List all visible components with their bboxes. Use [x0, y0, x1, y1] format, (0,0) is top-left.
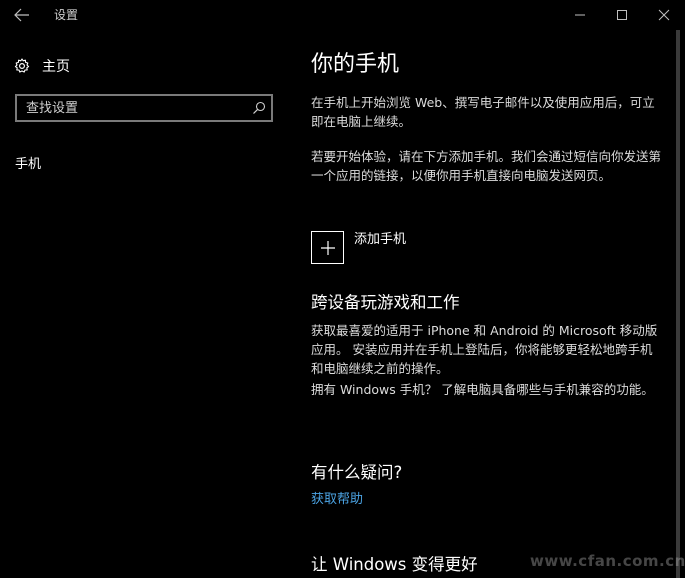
minimize-icon [575, 14, 585, 16]
title-bar: 设置 [0, 0, 685, 30]
sidebar-home[interactable]: 主页 [14, 56, 70, 76]
scroll-thumb[interactable] [676, 30, 680, 578]
maximize-icon [617, 10, 627, 20]
back-button[interactable] [12, 6, 32, 24]
plus-icon [320, 240, 335, 255]
watermark: www.cfan.com.cn [500, 544, 685, 578]
get-help-link[interactable]: 获取帮助 [311, 491, 363, 509]
intro-text: 在手机上开始浏览 Web、撰写电子邮件以及使用应用后，可立即在电脑上继续。 [311, 95, 655, 129]
instructions-text: 若要开始体验，请在下方添加手机。我们会通过短信向你发送第一个应用的链接，以便你用… [311, 149, 662, 183]
search-input[interactable] [17, 96, 241, 120]
maximize-button[interactable] [609, 4, 635, 26]
add-phone-button[interactable]: 添加手机 [311, 231, 406, 264]
improve-windows-title: 让 Windows 变得更好 [311, 555, 478, 574]
close-button[interactable] [651, 4, 677, 26]
sidebar-home-label: 主页 [42, 59, 70, 75]
scrollbar[interactable] [672, 30, 685, 578]
cross-device-text: 获取最喜爱的适用于 iPhone 和 Android 的 Microsoft 移… [311, 323, 658, 376]
windows-phone-text: 拥有 Windows 手机？ 了解电脑具备哪些与手机兼容的功能。 [311, 382, 654, 397]
add-phone-label: 添加手机 [354, 232, 407, 247]
sidebar-item-phone[interactable]: 手机 [15, 156, 41, 174]
cross-device-title: 跨设备玩游戏和工作 [311, 293, 460, 312]
search-icon[interactable] [251, 100, 267, 116]
page-title: 你的手机 [311, 52, 400, 77]
minimize-button[interactable] [567, 4, 593, 26]
window-title: 设置 [54, 8, 79, 22]
back-arrow-icon [14, 8, 29, 22]
add-phone-box[interactable] [311, 231, 344, 264]
watermark-text: www.cfan.com.cn [530, 552, 685, 570]
settings-window: 设置 主页 查找设置 手机 你的手机 在手机上开始浏览 Web、撰写电子邮件以及… [0, 0, 685, 578]
search-box[interactable] [15, 94, 273, 122]
questions-title: 有什么疑问? [311, 463, 403, 482]
gear-icon [14, 58, 30, 73]
close-icon [658, 9, 670, 21]
